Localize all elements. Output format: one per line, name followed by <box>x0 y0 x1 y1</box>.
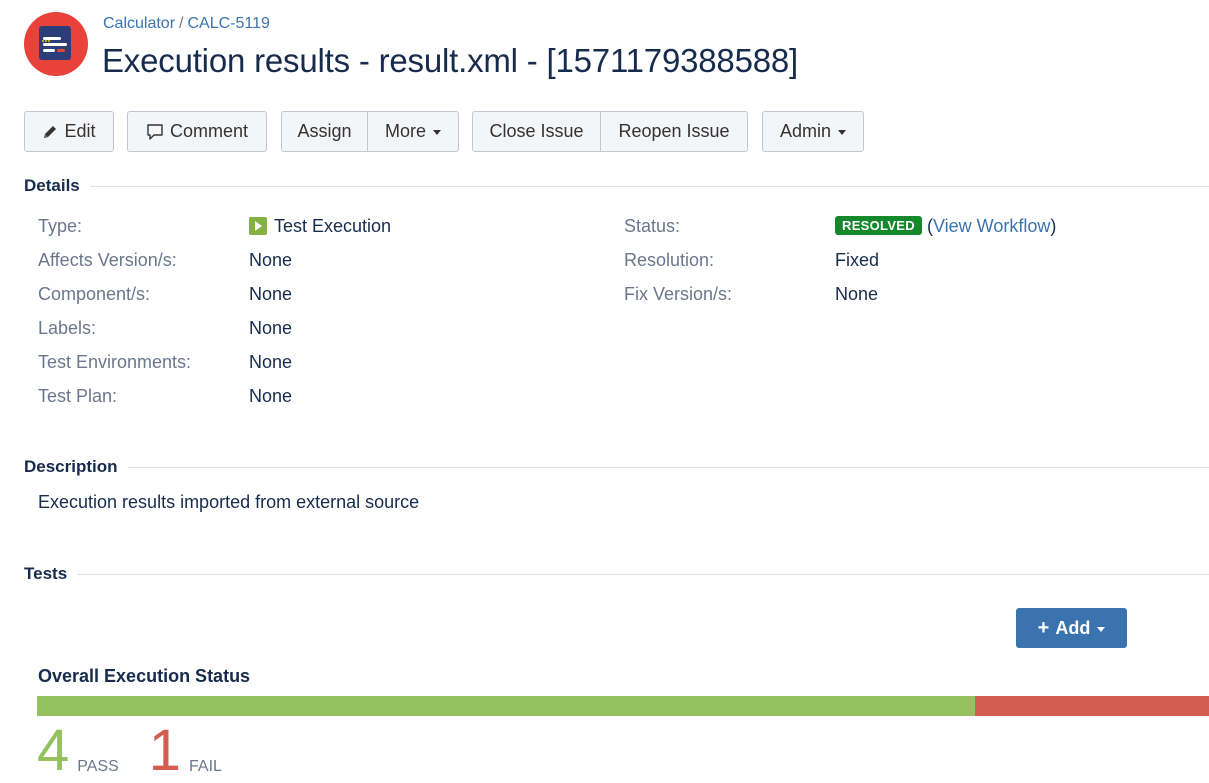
comment-icon <box>146 123 164 141</box>
details-heading-label: Details <box>24 176 80 195</box>
chevron-down-icon <box>433 130 441 135</box>
breadcrumb: Calculator / CALC-5119 <box>103 15 270 33</box>
comment-button-label: Comment <box>169 121 249 141</box>
pass-segment[interactable] <box>37 696 975 716</box>
section-divider <box>127 466 1209 468</box>
admin-button-label: Admin <box>779 121 832 141</box>
close-issue-button-label: Close Issue <box>489 121 584 141</box>
pass-label: PASS <box>77 758 119 775</box>
labels-value[interactable]: None <box>249 318 292 339</box>
status-label: Status: <box>624 216 681 236</box>
chevron-down-icon <box>838 130 847 135</box>
status-badge: RESOLVED <box>835 216 922 235</box>
description-text[interactable]: Execution results imported from external… <box>38 492 419 513</box>
fix-version-value: None <box>835 284 879 304</box>
affects-version-label: Affects Version/s: <box>38 250 177 270</box>
tests-heading[interactable]: Tests <box>24 564 1209 584</box>
type-value: Test Execution <box>249 216 391 237</box>
tests-heading-label: Tests <box>24 564 68 583</box>
assign-button[interactable]: Assign <box>281 111 368 152</box>
type-value-text: Test Execution <box>274 216 392 236</box>
more-button[interactable]: More <box>367 111 459 152</box>
close-issue-button[interactable]: Close Issue <box>472 111 601 152</box>
breadcrumb-issue-link[interactable]: CALC-5119 <box>187 15 269 32</box>
pass-count: 4 <box>37 718 70 783</box>
execution-status-bar <box>37 696 1209 716</box>
pencil-icon <box>42 124 58 140</box>
admin-button[interactable]: Admin <box>762 111 864 152</box>
type-label: Type: <box>38 216 83 236</box>
assign-button-label: Assign <box>297 121 352 141</box>
resolution-value: Fixed <box>835 250 880 270</box>
breadcrumb-separator: / <box>179 15 184 32</box>
fail-label: FAIL <box>189 758 222 775</box>
fail-segment[interactable] <box>974 696 1209 716</box>
section-divider <box>77 573 1209 575</box>
issue-summary[interactable]: Execution results - result.xml - [157117… <box>102 42 798 80</box>
chevron-down-icon <box>1097 626 1106 632</box>
components-label: Component/s: <box>38 284 151 304</box>
fix-version-label: Fix Version/s: <box>624 284 733 304</box>
breadcrumb-project-link[interactable]: Calculator <box>103 15 175 32</box>
labels-label: Labels: <box>38 318 97 338</box>
add-button-label: Add <box>1055 617 1091 638</box>
edit-button-label: Edit <box>64 121 96 141</box>
test-execution-icon <box>249 217 267 235</box>
execution-counts: 4 PASS 1 FAIL <box>37 718 252 783</box>
description-heading-label: Description <box>24 457 118 476</box>
edit-button[interactable]: Edit <box>24 111 114 152</box>
project-avatar-icon <box>39 26 71 60</box>
details-heading[interactable]: Details <box>24 176 1209 196</box>
add-tests-button[interactable]: + Add <box>1016 608 1127 648</box>
view-workflow-close: ) <box>1050 216 1057 236</box>
plus-icon: + <box>1037 616 1050 639</box>
more-button-label: More <box>384 121 426 141</box>
reopen-issue-button-label: Reopen Issue <box>618 121 730 141</box>
test-plan-label: Test Plan: <box>38 386 118 406</box>
status-value: RESOLVED (View Workflow) <box>835 216 1056 237</box>
test-environments-value[interactable]: None <box>249 352 292 373</box>
test-plan-value[interactable]: None <box>249 386 292 407</box>
components-value: None <box>249 284 293 304</box>
fail-count: 1 <box>148 718 182 783</box>
pass-count-group[interactable]: 4 PASS <box>37 718 119 783</box>
description-heading[interactable]: Description <box>24 457 1209 477</box>
project-avatar[interactable] <box>24 12 88 76</box>
test-environments-label: Test Environments: <box>38 352 192 372</box>
section-divider <box>89 185 1209 187</box>
overall-execution-status-title: Overall Execution Status <box>38 666 251 686</box>
view-workflow-link[interactable]: View Workflow <box>933 216 1050 236</box>
comment-button[interactable]: Comment <box>127 111 267 152</box>
resolution-label: Resolution: <box>624 250 715 270</box>
fail-count-group[interactable]: 1 FAIL <box>148 718 222 783</box>
reopen-issue-button[interactable]: Reopen Issue <box>600 111 748 152</box>
affects-version-value: None <box>249 250 293 270</box>
